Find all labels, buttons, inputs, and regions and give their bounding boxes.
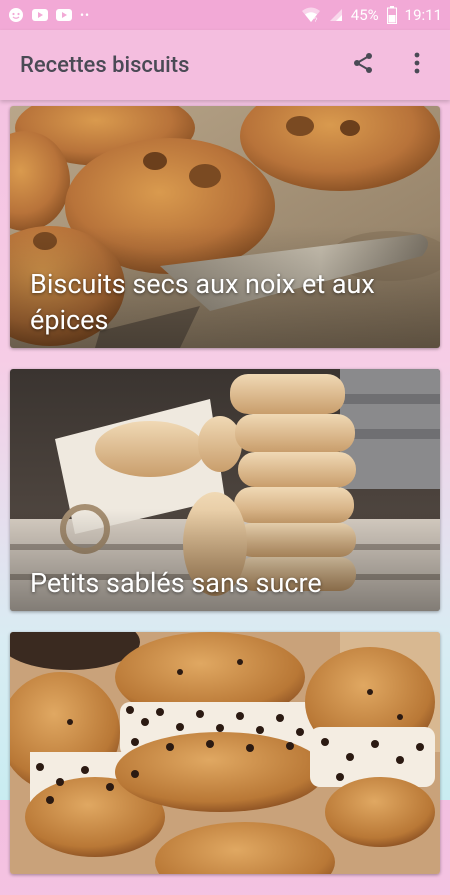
- recipe-image: [10, 632, 440, 874]
- recipe-card[interactable]: Petits sablés sans sucre: [10, 369, 440, 611]
- signal-icon: [329, 8, 343, 22]
- app-bar-actions: [350, 52, 430, 78]
- share-button[interactable]: [350, 52, 376, 78]
- clock: 19:11: [404, 6, 442, 24]
- recipe-title: Biscuits secs aux noix et aux épices: [30, 268, 375, 336]
- wifi-icon: ?: [301, 7, 321, 23]
- recipe-title: Petits sablés sans sucre: [30, 567, 322, 599]
- app-title: Recettes biscuits: [20, 52, 190, 78]
- recipe-card[interactable]: [10, 632, 440, 874]
- status-notifications: ••: [8, 7, 90, 23]
- battery-icon: [386, 6, 397, 24]
- status-bar: •• ? 45% 19:11: [0, 0, 450, 30]
- overflow-menu-button[interactable]: [404, 52, 430, 78]
- app-bar: Recettes biscuits: [0, 30, 450, 100]
- overflow-menu-icon: [414, 52, 420, 78]
- share-icon: [351, 51, 375, 79]
- status-system: ? 45% 19:11: [301, 6, 442, 24]
- youtube-icon: [56, 9, 72, 21]
- notification-icon: [8, 7, 24, 23]
- recipe-list: Biscuits secs aux noix et aux épices Pet…: [10, 106, 440, 895]
- svg-text:?: ?: [314, 18, 318, 23]
- battery-percent: 45%: [350, 6, 379, 24]
- more-dots-icon: ••: [80, 8, 91, 22]
- youtube-icon: [32, 9, 48, 21]
- recipe-card[interactable]: Biscuits secs aux noix et aux épices: [10, 106, 440, 348]
